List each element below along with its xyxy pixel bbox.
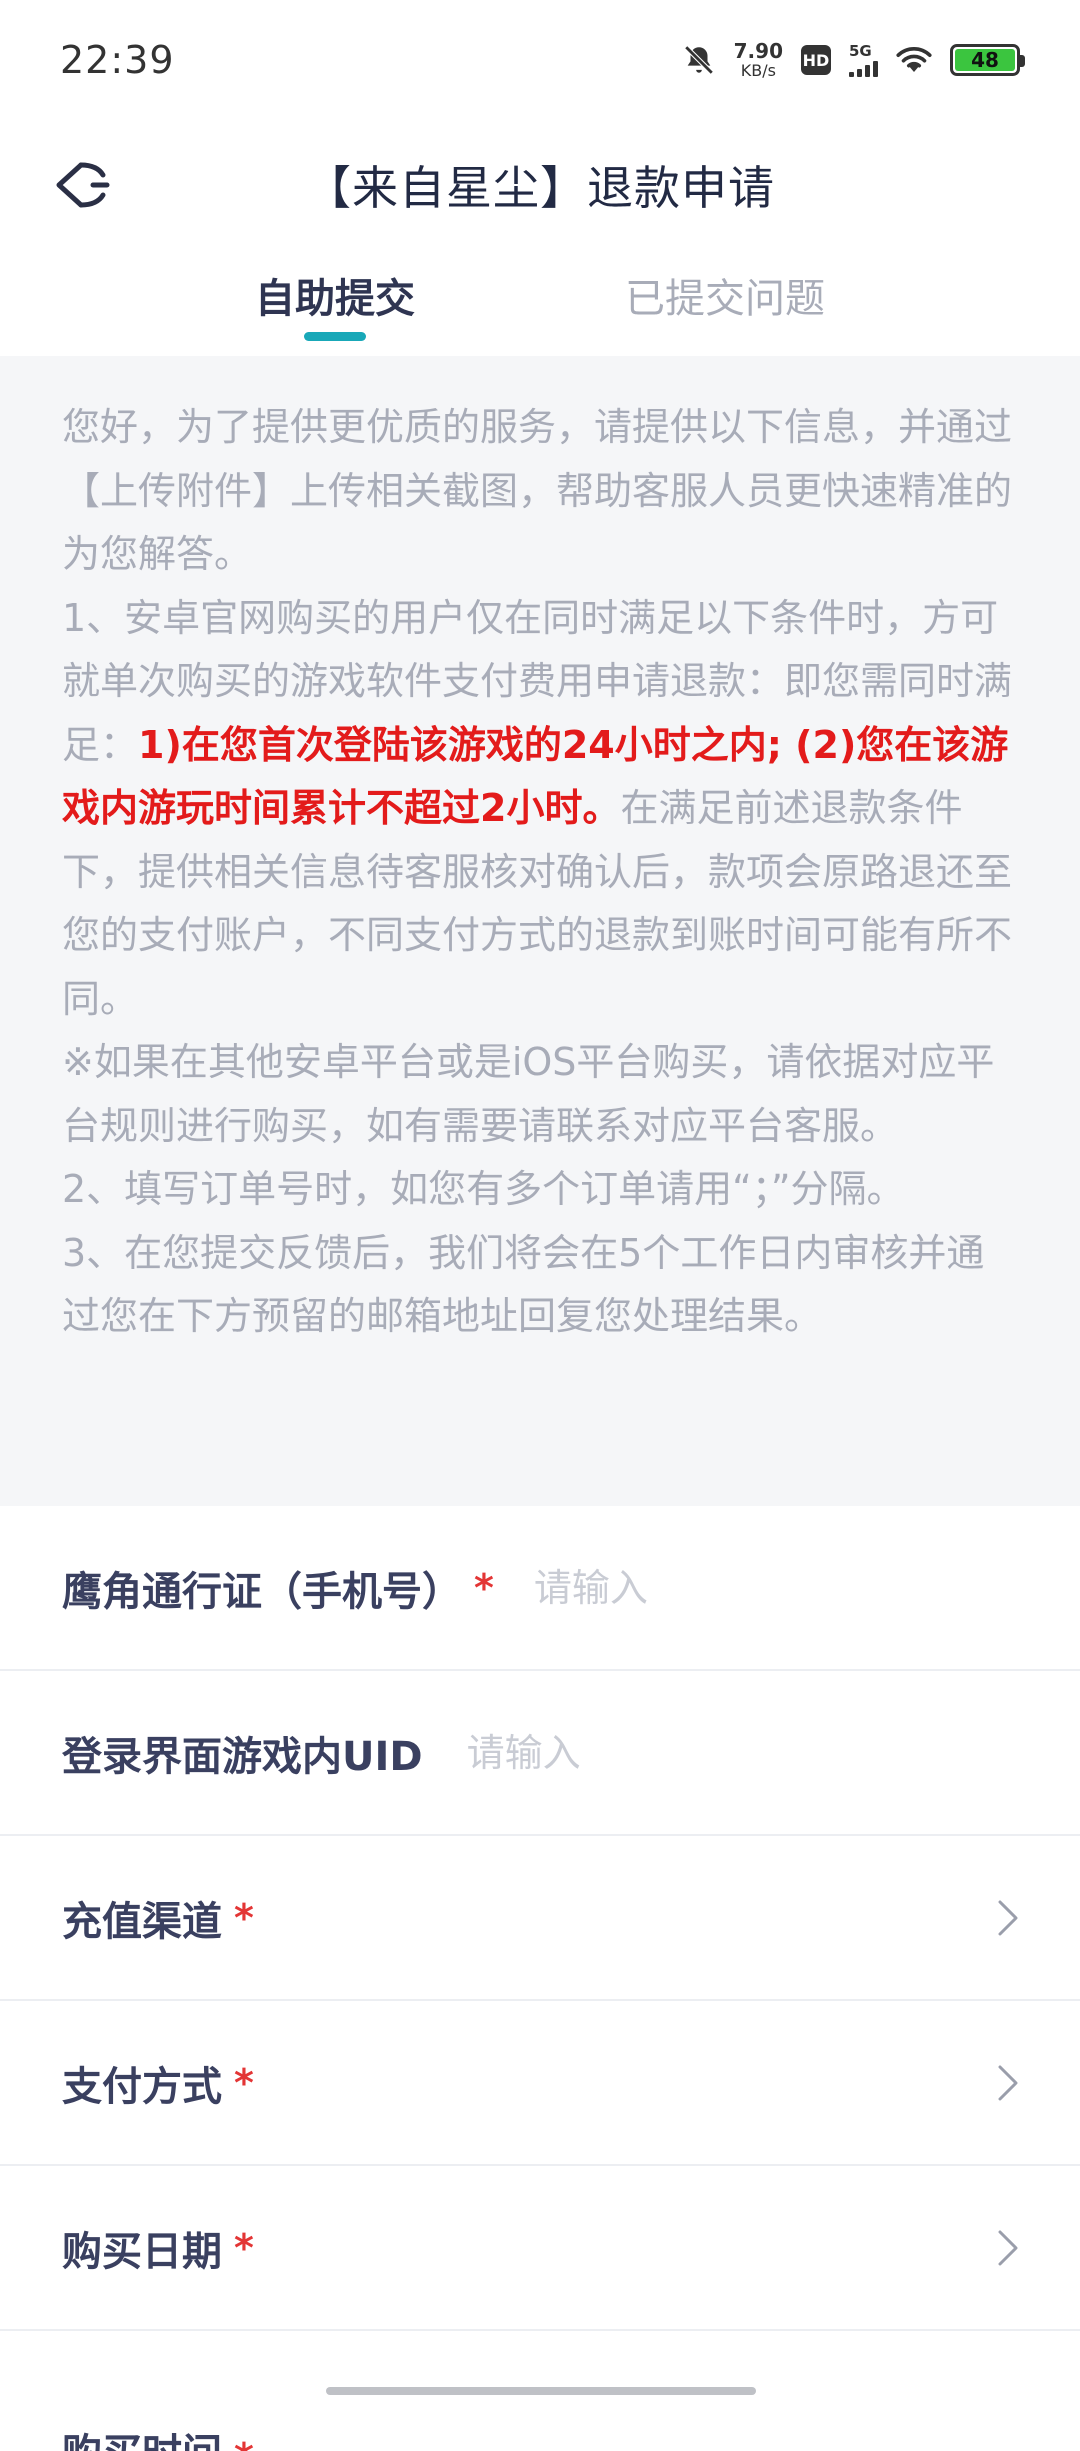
hd-icon: HD xyxy=(801,45,831,75)
required-mark: * xyxy=(234,2435,254,2451)
tab-label: 自助提交 xyxy=(255,276,415,322)
field-game-uid: 登录界面游戏内UID xyxy=(0,1671,1080,1836)
required-mark: * xyxy=(234,2225,254,2270)
notice-intro: 您好，为了提供更优质的服务，请提供以下信息，并通过【上传附件】上传相关截图，帮助… xyxy=(62,405,1013,576)
signal-label: 5G xyxy=(849,41,872,60)
chevron-right-icon xyxy=(996,2228,1020,2268)
field-purchase-date[interactable]: 购买日期 * xyxy=(0,2166,1080,2331)
notice-other-platform: ※如果在其他安卓平台或是iOS平台购买，请依据对应平台规则进行购买，如有需要请联… xyxy=(62,1040,995,1148)
battery-level: 48 xyxy=(955,48,1015,72)
passport-phone-input[interactable] xyxy=(533,1565,1018,1610)
wifi-icon xyxy=(896,45,932,75)
home-indicator[interactable] xyxy=(326,2387,756,2395)
required-mark: * xyxy=(474,1565,494,1610)
back-button[interactable] xyxy=(48,150,118,220)
network-speed-unit: KB/s xyxy=(740,61,776,80)
field-label: 鹰角通行证（手机号） xyxy=(62,1568,462,1615)
tab-label: 已提交问题 xyxy=(625,276,825,322)
page-title: 【来自星尘】退款申请 xyxy=(305,161,775,215)
tab-active-indicator xyxy=(304,332,366,341)
required-mark: * xyxy=(234,1895,254,1940)
chevron-right-icon xyxy=(996,2063,1020,2103)
field-label: 充值渠道 xyxy=(62,1898,222,1945)
status-bar: 22:39 7.90 KB/s HD 5G 48 xyxy=(0,0,1080,120)
chevron-right-icon xyxy=(996,1898,1020,1938)
notice-rule-1: 1、安卓官网购买的用户仅在同时满足以下条件时，方可就单次购买的游戏软件支付费用申… xyxy=(62,587,1018,1032)
network-speed: 7.90 KB/s xyxy=(734,41,783,79)
tab-self-submit[interactable]: 自助提交 xyxy=(255,250,415,355)
required-mark: * xyxy=(234,2060,254,2105)
field-label: 支付方式 xyxy=(62,2063,222,2110)
status-icons: 7.90 KB/s HD 5G 48 xyxy=(682,41,1025,79)
network-speed-value: 7.90 xyxy=(733,39,783,63)
field-label: 购买日期 xyxy=(62,2228,222,2275)
field-passport-phone: 鹰角通行证（手机号） * xyxy=(0,1506,1080,1671)
battery-icon: 48 xyxy=(950,44,1025,76)
refund-form: 鹰角通行证（手机号） * 登录界面游戏内UID 充值渠道 * 支付方式 * 购买… xyxy=(0,1506,1080,2451)
field-label: 登录界面游戏内UID xyxy=(62,1733,423,1780)
notice-rule-2: 2、填写订单号时，如您有多个订单请用“；”分隔。 xyxy=(62,1167,905,1211)
cellular-signal-icon: 5G xyxy=(849,41,878,77)
field-label: 购买时间 xyxy=(62,2421,222,2451)
tab-submitted-issues[interactable]: 已提交问题 xyxy=(625,250,825,355)
refund-notice: 您好，为了提供更优质的服务，请提供以下信息，并通过【上传附件】上传相关截图，帮助… xyxy=(0,356,1080,1506)
back-arrow-icon xyxy=(53,160,113,210)
bell-muted-icon xyxy=(682,43,716,77)
app-header: 【来自星尘】退款申请 xyxy=(0,120,1080,250)
tab-bar: 自助提交 已提交问题 xyxy=(0,250,1080,355)
field-recharge-channel[interactable]: 充值渠道 * xyxy=(0,1836,1080,2001)
field-payment-method[interactable]: 支付方式 * xyxy=(0,2001,1080,2166)
status-time: 22:39 xyxy=(60,38,175,82)
game-uid-input[interactable] xyxy=(466,1730,1018,1775)
notice-rule-3: 3、在您提交反馈后，我们将会在5个工作日内审核并通过您在下方预留的邮箱地址回复您… xyxy=(62,1230,985,1339)
